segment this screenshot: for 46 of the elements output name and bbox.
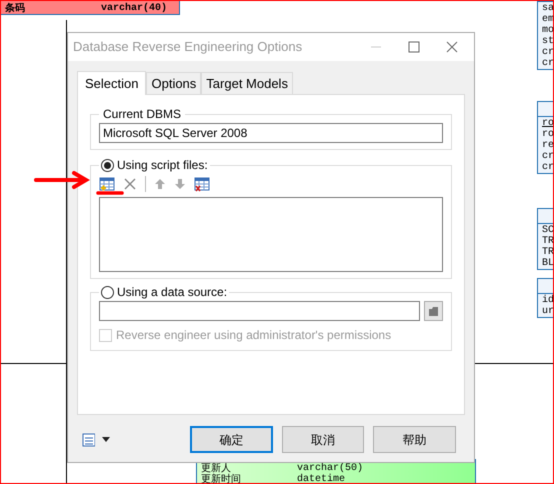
remove-file-icon[interactable] xyxy=(194,176,210,192)
group-label: Current DBMS xyxy=(102,106,182,123)
column-name: 更新人 xyxy=(201,463,232,474)
folder-icon xyxy=(428,306,439,316)
column-name: st xyxy=(542,36,554,47)
checkbox-label: Reverse engineer using administrator's permissions xyxy=(116,327,392,344)
tab[interactable]: Target Models xyxy=(201,72,293,94)
radio-label: Using script files: xyxy=(117,157,208,174)
data-source-field[interactable] xyxy=(99,301,420,321)
column-name: cr xyxy=(542,58,554,69)
column-name: ro xyxy=(542,129,554,140)
radio-label: Using a data source: xyxy=(117,284,228,301)
column-name: cr xyxy=(542,162,554,173)
dialog-button[interactable]: 确定 xyxy=(190,426,273,453)
dialog-button[interactable]: 帮助 xyxy=(373,426,456,453)
column-name: ur xyxy=(542,306,554,317)
add-file-icon[interactable] xyxy=(99,176,115,192)
column-name: SC xyxy=(542,225,554,236)
column-name: re xyxy=(542,140,554,151)
column-name: id xyxy=(542,295,554,306)
script-list[interactable] xyxy=(99,197,443,272)
radio-button[interactable] xyxy=(101,158,114,172)
maximize-icon[interactable] xyxy=(408,41,420,53)
close-icon[interactable] xyxy=(446,41,458,53)
column-name: cr xyxy=(542,151,554,162)
tab[interactable]: Selection xyxy=(77,71,146,95)
column-type: datetime xyxy=(297,474,346,484)
dropdown-caret-icon[interactable] xyxy=(102,437,110,442)
radio-button[interactable] xyxy=(101,286,114,298)
window-title: Database Reverse Engineering Options xyxy=(73,38,304,56)
column-name: ro xyxy=(542,118,554,129)
column-name: cr xyxy=(542,47,554,58)
column-name: sa xyxy=(542,3,554,14)
delete-icon[interactable] xyxy=(123,177,137,191)
column-name: TR xyxy=(542,247,554,258)
browse-button[interactable] xyxy=(424,301,443,321)
column-type: varchar(40) xyxy=(101,3,168,14)
dialog-button[interactable]: 取消 xyxy=(282,426,364,453)
column-type: varchar(50) xyxy=(297,463,364,474)
column-name: BL xyxy=(542,258,554,269)
column-name: 更新时间 xyxy=(201,474,242,484)
tab[interactable]: Options xyxy=(146,72,202,94)
dbms-field[interactable]: Microsoft SQL Server 2008 xyxy=(99,123,443,143)
column-name: TR xyxy=(542,236,554,247)
column-name: 条码 xyxy=(5,3,26,14)
column-name: mo xyxy=(542,25,554,36)
